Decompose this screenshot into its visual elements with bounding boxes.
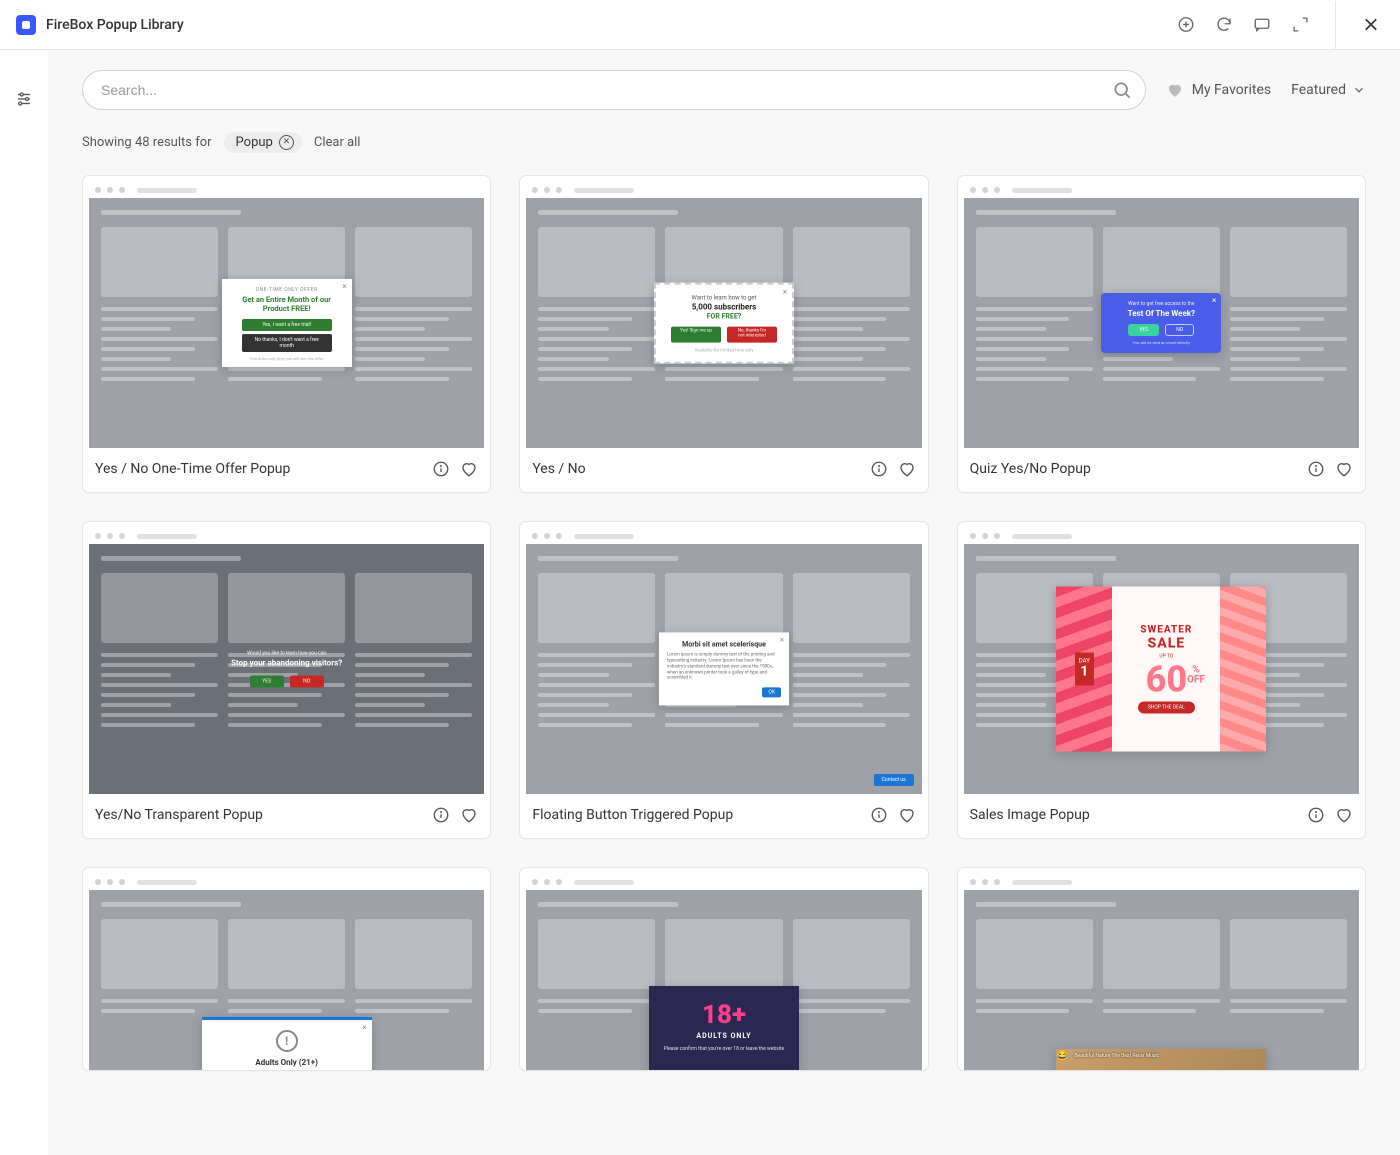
info-icon[interactable] <box>870 460 888 478</box>
filter-chip-label: Popup <box>236 135 273 150</box>
browser-chrome <box>89 182 484 198</box>
template-card[interactable]: Would you like to learn how you can Stop… <box>82 521 491 839</box>
card-preview: Would you like to learn how you can Stop… <box>83 522 490 794</box>
card-title: Yes / No <box>532 461 585 477</box>
info-icon[interactable] <box>1307 806 1325 824</box>
template-card[interactable]: 😂 Beautiful Nature The Best Relax Music … <box>957 867 1366 1071</box>
app-logo <box>16 15 36 35</box>
close-icon[interactable] <box>1362 16 1380 34</box>
card-title: Quiz Yes/No Popup <box>970 461 1091 477</box>
popup-mock: DAY1 SWEATER SALE UP TO 60% OFF SHOP THE… <box>1056 587 1266 752</box>
popup-mock: 😂 Beautiful Nature The Best Relax Music <box>1056 1049 1266 1070</box>
results-row: Showing 48 results for Popup ✕ Clear all <box>82 132 1366 153</box>
popup-mock: × ! Adults Only (21+) This website conta… <box>202 1017 372 1071</box>
heart-icon[interactable] <box>898 460 916 478</box>
info-icon[interactable] <box>1307 460 1325 478</box>
layout: My Favorites Featured Showing 48 results… <box>0 50 1400 1155</box>
heart-icon[interactable] <box>898 806 916 824</box>
app-title: FireBox Popup Library <box>46 17 184 33</box>
heart-icon <box>1166 81 1184 99</box>
popup-mock: × ONE-TIME ONLY OFFER Get an Entire Mont… <box>222 279 352 367</box>
remove-chip-icon[interactable]: ✕ <box>279 135 294 150</box>
my-favorites-link[interactable]: My Favorites <box>1166 81 1271 99</box>
filters-icon[interactable] <box>15 90 33 108</box>
card-preview: 😂 Beautiful Nature The Best Relax Music <box>958 868 1365 1070</box>
template-card[interactable]: × ! Adults Only (21+) This website conta… <box>82 867 491 1071</box>
template-card[interactable]: 18+ ADULTS ONLY Please confirm that you'… <box>519 867 928 1071</box>
card-preview: 18+ ADULTS ONLY Please confirm that you'… <box>520 868 927 1070</box>
topbar-left: FireBox Popup Library <box>16 15 184 35</box>
template-grid: × ONE-TIME ONLY OFFER Get an Entire Mont… <box>82 175 1366 1071</box>
add-icon[interactable] <box>1177 16 1195 34</box>
info-icon[interactable] <box>432 460 450 478</box>
heart-icon[interactable] <box>1335 806 1353 824</box>
sidebar <box>0 50 48 1155</box>
filter-chip[interactable]: Popup ✕ <box>224 132 302 153</box>
template-card[interactable]: × Want to get free access to the Test Of… <box>957 175 1366 493</box>
heart-icon[interactable] <box>460 806 478 824</box>
template-card[interactable]: × ONE-TIME ONLY OFFER Get an Entire Mont… <box>82 175 491 493</box>
topbar-right <box>1177 1 1380 49</box>
card-preview: × Morbi sit amet scelerisque Lorem ipsum… <box>520 522 927 794</box>
heart-icon[interactable] <box>1335 460 1353 478</box>
info-icon[interactable] <box>432 806 450 824</box>
search-icon[interactable] <box>1112 80 1132 100</box>
popup-mock: × Want to learn how to get 5,000 subscri… <box>654 283 794 364</box>
expand-icon[interactable] <box>1291 16 1309 34</box>
sort-dropdown[interactable]: Featured <box>1291 82 1366 98</box>
template-card[interactable]: × Want to learn how to get 5,000 subscri… <box>519 175 928 493</box>
popup-mock: 18+ ADULTS ONLY Please confirm that you'… <box>649 986 799 1070</box>
my-favorites-label: My Favorites <box>1192 82 1271 98</box>
popup-mock: × Want to get free access to the Test Of… <box>1101 293 1221 353</box>
search-input[interactable] <box>82 70 1146 110</box>
card-title: Sales Image Popup <box>970 807 1090 823</box>
popup-mock: × Morbi sit amet scelerisque Lorem ipsum… <box>659 632 789 705</box>
card-preview: × ONE-TIME ONLY OFFER Get an Entire Mont… <box>83 176 490 448</box>
chat-icon[interactable] <box>1253 16 1271 34</box>
search-wrap <box>82 70 1146 110</box>
refresh-icon[interactable] <box>1215 16 1233 34</box>
topbar-divider <box>1335 1 1336 49</box>
popup-mock: Would you like to learn how you can Stop… <box>207 651 367 688</box>
card-title: Floating Button Triggered Popup <box>532 807 733 823</box>
card-preview: × Want to get free access to the Test Of… <box>958 176 1365 448</box>
info-icon[interactable] <box>870 806 888 824</box>
card-preview: × Want to learn how to get 5,000 subscri… <box>520 176 927 448</box>
chevron-down-icon <box>1352 83 1366 97</box>
template-card[interactable]: × Morbi sit amet scelerisque Lorem ipsum… <box>519 521 928 839</box>
floating-button: Contact us <box>874 774 914 786</box>
topbar: FireBox Popup Library <box>0 0 1400 50</box>
card-preview: DAY1 SWEATER SALE UP TO 60% OFF SHOP THE… <box>958 522 1365 794</box>
heart-icon[interactable] <box>460 460 478 478</box>
controls-row: My Favorites Featured <box>82 70 1366 110</box>
card-title: Yes / No One-Time Offer Popup <box>95 461 290 477</box>
clear-all-link[interactable]: Clear all <box>314 135 361 150</box>
results-text: Showing 48 results for <box>82 135 212 150</box>
card-title: Yes/No Transparent Popup <box>95 807 263 823</box>
sort-label: Featured <box>1291 82 1346 98</box>
main: My Favorites Featured Showing 48 results… <box>48 50 1400 1155</box>
template-card[interactable]: DAY1 SWEATER SALE UP TO 60% OFF SHOP THE… <box>957 521 1366 839</box>
card-preview: × ! Adults Only (21+) This website conta… <box>83 868 490 1070</box>
